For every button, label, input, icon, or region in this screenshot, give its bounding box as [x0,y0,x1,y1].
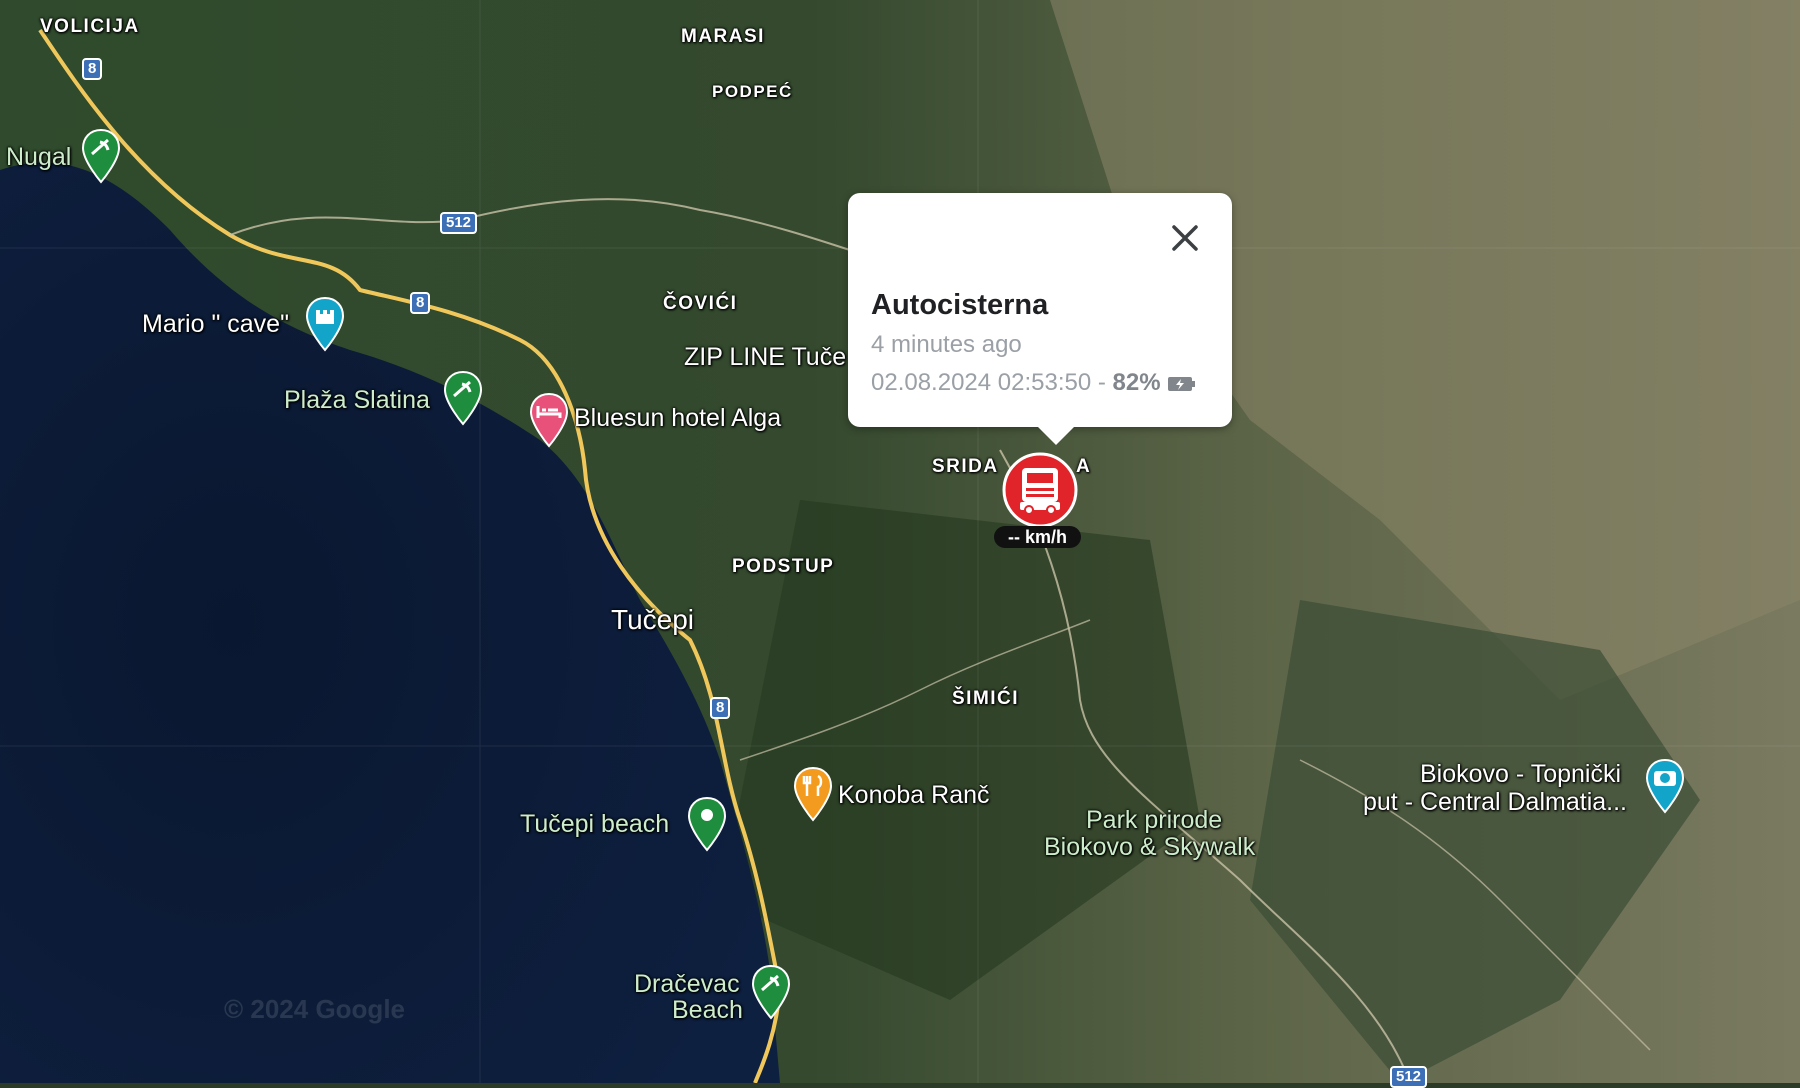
poi-label-plaza-slatina[interactable]: Plaža Slatina [284,386,430,415]
hotel-icon[interactable] [528,392,570,448]
poi-label-zip-line[interactable]: ZIP LINE Tuče [684,343,846,372]
vehicle-info-popup: Autocisterna 4 minutes ago 02.08.2024 02… [848,193,1232,445]
camera-icon[interactable] [1644,758,1686,814]
place-label-volicija: VOLICIJA [40,16,140,37]
poi-label-biokovo[interactable]: Biokovo - Topnički [1420,760,1621,789]
poi-label-park-prirode[interactable]: Park prirode [1086,806,1222,835]
vehicle-title: Autocisterna [871,289,1049,321]
road-shield-8: 8 [82,58,103,80]
beach-icon[interactable] [80,128,122,184]
timestamp-text: 02.08.2024 02:53:50 - [871,369,1113,396]
beach-icon[interactable] [750,964,792,1020]
battery-level: 82% [1112,369,1161,396]
speed-badge: -- km/h [994,526,1082,548]
poi-label-mario-cave[interactable]: Mario " cave" [142,310,289,339]
poi-label-dracevac[interactable]: Dračevac [634,970,740,999]
place-icon[interactable] [686,796,728,852]
poi-label-dracevac-line2[interactable]: Beach [672,996,743,1025]
road-shield-512: 512 [1390,1066,1428,1088]
satellite-map[interactable] [0,0,1800,1083]
place-label-covici: ČOVIĆI [663,293,738,314]
place-label-srida-suffix: A [1076,456,1092,477]
restaurant-icon[interactable] [792,766,834,822]
poi-label-park-prirode-line2[interactable]: Biokovo & Skywalk [1044,833,1255,862]
town-label-tucepi: Tučepi [611,604,695,635]
castle-icon[interactable] [304,296,346,352]
poi-label-biokovo-line2[interactable]: put - Central Dalmatia... [1363,788,1627,817]
poi-label-bluesun-hotel[interactable]: Bluesun hotel Alga [574,404,781,433]
place-label-simici: ŠIMIĆI [952,688,1020,709]
road-shield-8: 8 [410,292,431,314]
poi-label-nugal[interactable]: Nugal [6,143,71,172]
place-label-podstup: PODSTUP [732,556,835,577]
poi-label-konoba-ranc[interactable]: Konoba Ranč [838,781,990,810]
fire-truck-icon[interactable] [1002,452,1078,528]
close-icon[interactable] [1168,221,1202,255]
road-shield-8: 8 [710,697,731,719]
place-label-podpec: PODPEĆ [712,82,793,101]
poi-label-tucepi-beach[interactable]: Tučepi beach [520,810,669,839]
place-label-marasi: MARASI [681,26,765,47]
battery-charging-icon [1167,376,1195,391]
road-shield-512: 512 [440,212,478,234]
last-update-timestamp: 02.08.2024 02:53:50 - 82% [871,369,1197,397]
last-update-relative: 4 minutes ago [871,331,1022,358]
place-label-srida: SRIDA [932,456,999,477]
beach-icon[interactable] [442,370,484,426]
map-copyright: © 2024 Google [224,994,405,1024]
